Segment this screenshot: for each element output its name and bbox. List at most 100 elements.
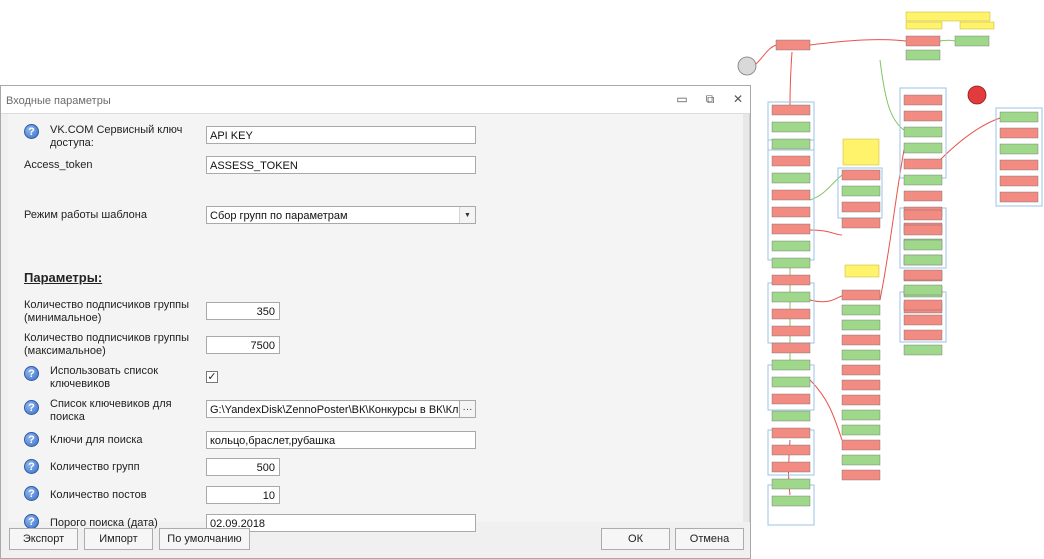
vk-key-input[interactable]: API KEY: [206, 126, 476, 144]
parameters-panel: ? VK.COM Сервисный ключ доступа: API KEY…: [8, 114, 750, 532]
canvas-link: [755, 44, 777, 65]
canvas-node: [903, 94, 943, 106]
canvas-node: [841, 394, 881, 406]
canvas-node: [841, 319, 881, 331]
defaults-button[interactable]: По умолчанию: [159, 528, 250, 550]
access-token-input[interactable]: ASSESS_TOKEN: [206, 156, 476, 174]
keyword-list-input[interactable]: G:\YandexDisk\ZennoPoster\ВК\Конкурсы в …: [206, 400, 476, 418]
canvas-node: [771, 478, 811, 490]
use-keywords-checkbox[interactable]: ✓: [206, 371, 218, 383]
section-title: Параметры:: [24, 270, 103, 285]
canvas-node: [841, 304, 881, 316]
end-node-icon: [967, 85, 987, 105]
subs-min-label: Количество подписчиков группы (минимальн…: [24, 299, 190, 324]
subs-max-label: Количество подписчиков группы (максималь…: [24, 332, 190, 357]
canvas-node: [903, 158, 943, 170]
canvas-group: [995, 107, 1043, 207]
browse-button[interactable]: ···: [459, 401, 475, 417]
canvas-node: [954, 35, 990, 47]
canvas-node: [771, 359, 811, 371]
dialog-title: Входные параметры: [6, 95, 111, 107]
help-icon[interactable]: ?: [24, 514, 39, 529]
canvas-node: [903, 142, 943, 154]
canvas-node: [771, 427, 811, 439]
canvas-node: [771, 342, 811, 354]
restore-icon[interactable]: ⧉: [699, 90, 721, 108]
canvas-note: [905, 11, 991, 22]
canvas-link: [939, 117, 1001, 161]
canvas-node: [771, 172, 811, 184]
canvas-node: [841, 364, 881, 376]
import-button[interactable]: Импорт: [84, 528, 153, 550]
subs-min-input[interactable]: 350: [206, 302, 280, 320]
canvas-node: [905, 49, 941, 61]
group-count-input[interactable]: 500: [206, 458, 280, 476]
access-token-label: Access_token: [24, 159, 93, 171]
canvas-node: [771, 121, 811, 133]
canvas-node: [903, 269, 943, 281]
canvas-node: [771, 155, 811, 167]
minimize-icon[interactable]: ▭: [671, 90, 693, 108]
help-icon[interactable]: ?: [24, 459, 39, 474]
canvas-node: [771, 223, 811, 235]
canvas-node: [771, 444, 811, 456]
mode-label: Режим работы шаблона: [24, 209, 147, 221]
canvas-node: [841, 379, 881, 391]
chevron-down-icon[interactable]: ▼: [459, 207, 475, 223]
subs-max-input[interactable]: 7500: [206, 336, 280, 354]
ok-button[interactable]: ОК: [601, 528, 670, 550]
canvas-node: [771, 138, 811, 150]
canvas-link: [789, 51, 793, 106]
canvas-node: [771, 461, 811, 473]
canvas-note: [842, 138, 880, 166]
vertical-scrollbar[interactable]: [743, 114, 749, 522]
canvas-node: [903, 190, 943, 202]
canvas-node: [771, 274, 811, 286]
canvas-note: [844, 264, 880, 278]
canvas-link: [809, 174, 843, 201]
close-icon[interactable]: ✕: [727, 90, 749, 108]
use-keywords-label: Использовать список ключевиков: [50, 365, 159, 390]
keyword-list-value: G:\YandexDisk\ZennoPoster\ВК\Конкурсы в …: [210, 404, 476, 416]
canvas-node: [903, 344, 943, 356]
canvas-node: [999, 143, 1039, 155]
canvas-node: [771, 393, 811, 405]
canvas-node: [905, 35, 941, 47]
vk-key-label: VK.COM Сервисный ключ доступа:: [50, 124, 183, 149]
canvas-note: [905, 21, 943, 30]
canvas-node: [903, 314, 943, 326]
canvas-node: [771, 291, 811, 303]
help-icon[interactable]: ?: [24, 486, 39, 501]
canvas-node: [771, 410, 811, 422]
mode-select[interactable]: Сбор групп по параметрам ▼: [206, 206, 476, 224]
export-button[interactable]: Экспорт: [9, 528, 78, 550]
group-count-label: Количество групп: [50, 461, 140, 473]
canvas-node: [841, 334, 881, 346]
canvas-node: [771, 257, 811, 269]
canvas-node: [771, 104, 811, 116]
canvas-node: [771, 308, 811, 320]
canvas-node: [771, 206, 811, 218]
help-icon[interactable]: ?: [24, 400, 39, 415]
help-icon[interactable]: ?: [24, 432, 39, 447]
canvas-node: [771, 189, 811, 201]
canvas-note: [959, 21, 995, 30]
help-icon[interactable]: ?: [24, 124, 39, 139]
help-icon[interactable]: ?: [24, 366, 39, 381]
canvas-node: [771, 376, 811, 388]
canvas-node: [999, 175, 1039, 187]
canvas-node: [841, 454, 881, 466]
canvas-node: [841, 349, 881, 361]
canvas-node: [841, 424, 881, 436]
search-keys-label: Ключи для поиска: [50, 434, 143, 446]
cancel-button[interactable]: Отмена: [675, 528, 744, 550]
canvas-nodes: [737, 11, 1039, 507]
canvas-node: [771, 495, 811, 507]
canvas-node: [903, 239, 943, 251]
canvas-node: [775, 39, 811, 51]
canvas-link: [809, 295, 843, 303]
search-keys-input[interactable]: кольцо,браслет,рубашка: [206, 431, 476, 449]
canvas-node: [841, 409, 881, 421]
post-count-input[interactable]: 10: [206, 486, 280, 504]
canvas-node: [841, 289, 881, 301]
